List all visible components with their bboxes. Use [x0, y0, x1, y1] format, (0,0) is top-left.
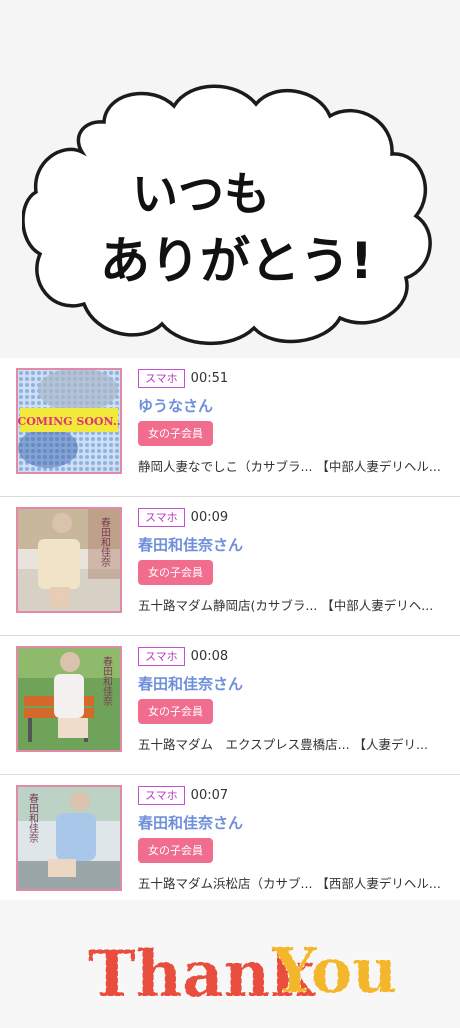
device-tag: スマホ: [138, 368, 185, 388]
member-name-link[interactable]: 春田和佳奈さん: [138, 812, 448, 832]
thumb-name-vertical: 春田和佳奈: [99, 517, 111, 567]
device-tag: スマホ: [138, 785, 185, 805]
profile-thumbnail[interactable]: 春田和佳奈: [16, 646, 122, 752]
cloud-illustration: いつも ありがとう!: [22, 84, 432, 346]
member-badge: 女の子会員: [138, 699, 213, 724]
thanks-word2: You: [271, 934, 397, 1007]
access-time: 00:07: [190, 787, 229, 803]
thumb-name-vertical: 春田和佳奈: [27, 793, 39, 843]
device-tag: スマホ: [138, 646, 185, 666]
member-name-link[interactable]: 春田和佳奈さん: [138, 534, 448, 554]
shop-name: 五十路マダム静岡店(カサブラ... 【中部人妻デリヘ...: [138, 598, 434, 613]
member-name-link[interactable]: 春田和佳奈さん: [138, 673, 448, 693]
access-time: 00:08: [190, 648, 229, 664]
coming-soon-label: COMING SOON..: [18, 415, 120, 428]
member-badge: 女の子会員: [138, 421, 213, 446]
list-item[interactable]: 春田和佳奈 スマホ 00:09 春田和佳奈さん 女の子会員 五十路マダム静岡店(…: [0, 497, 460, 636]
device-tag: スマホ: [138, 507, 185, 527]
member-badge: 女の子会員: [138, 560, 213, 585]
profile-thumbnail[interactable]: 春田和佳奈: [16, 785, 122, 891]
access-time: 00:09: [190, 509, 229, 525]
list-item[interactable]: 春田和佳奈 スマホ 00:07 春田和佳奈さん 女の子会員 五十路マダム浜松店（…: [0, 775, 460, 914]
shop-name: 五十路マダム エクスプレス豊橋店... 【人妻デリ...: [138, 737, 428, 752]
banner-line1: いつも: [132, 167, 270, 221]
profile-thumbnail[interactable]: COMING SOON..: [16, 368, 122, 474]
thank-you-footer: Thank You: [0, 900, 460, 1024]
member-name-link[interactable]: ゆうなさん: [138, 395, 448, 415]
member-badge: 女の子会員: [138, 838, 213, 863]
list-item[interactable]: 春田和佳奈 スマホ 00:08 春田和佳奈さん 女の子会員 五十路マダム エクス…: [0, 636, 460, 775]
shop-name: 五十路マダム浜松店（カサブ... 【西部人妻デリヘル...: [138, 876, 441, 891]
profile-thumbnail[interactable]: 春田和佳奈: [16, 507, 122, 613]
banner-line2: ありがとう!: [100, 232, 373, 290]
thank-you-illustration: Thank You: [88, 934, 398, 1013]
list-item[interactable]: COMING SOON.. スマホ 00:51 ゆうなさん 女の子会員 静岡人妻…: [0, 358, 460, 497]
access-list: COMING SOON.. スマホ 00:51 ゆうなさん 女の子会員 静岡人妻…: [0, 358, 460, 914]
thanks-banner: いつも ありがとう!: [0, 0, 460, 362]
access-time: 00:51: [190, 370, 229, 386]
thumb-name-vertical: 春田和佳奈: [101, 656, 113, 706]
shop-name: 静岡人妻なでしこ（カサブラ... 【中部人妻デリヘル...: [138, 459, 441, 474]
